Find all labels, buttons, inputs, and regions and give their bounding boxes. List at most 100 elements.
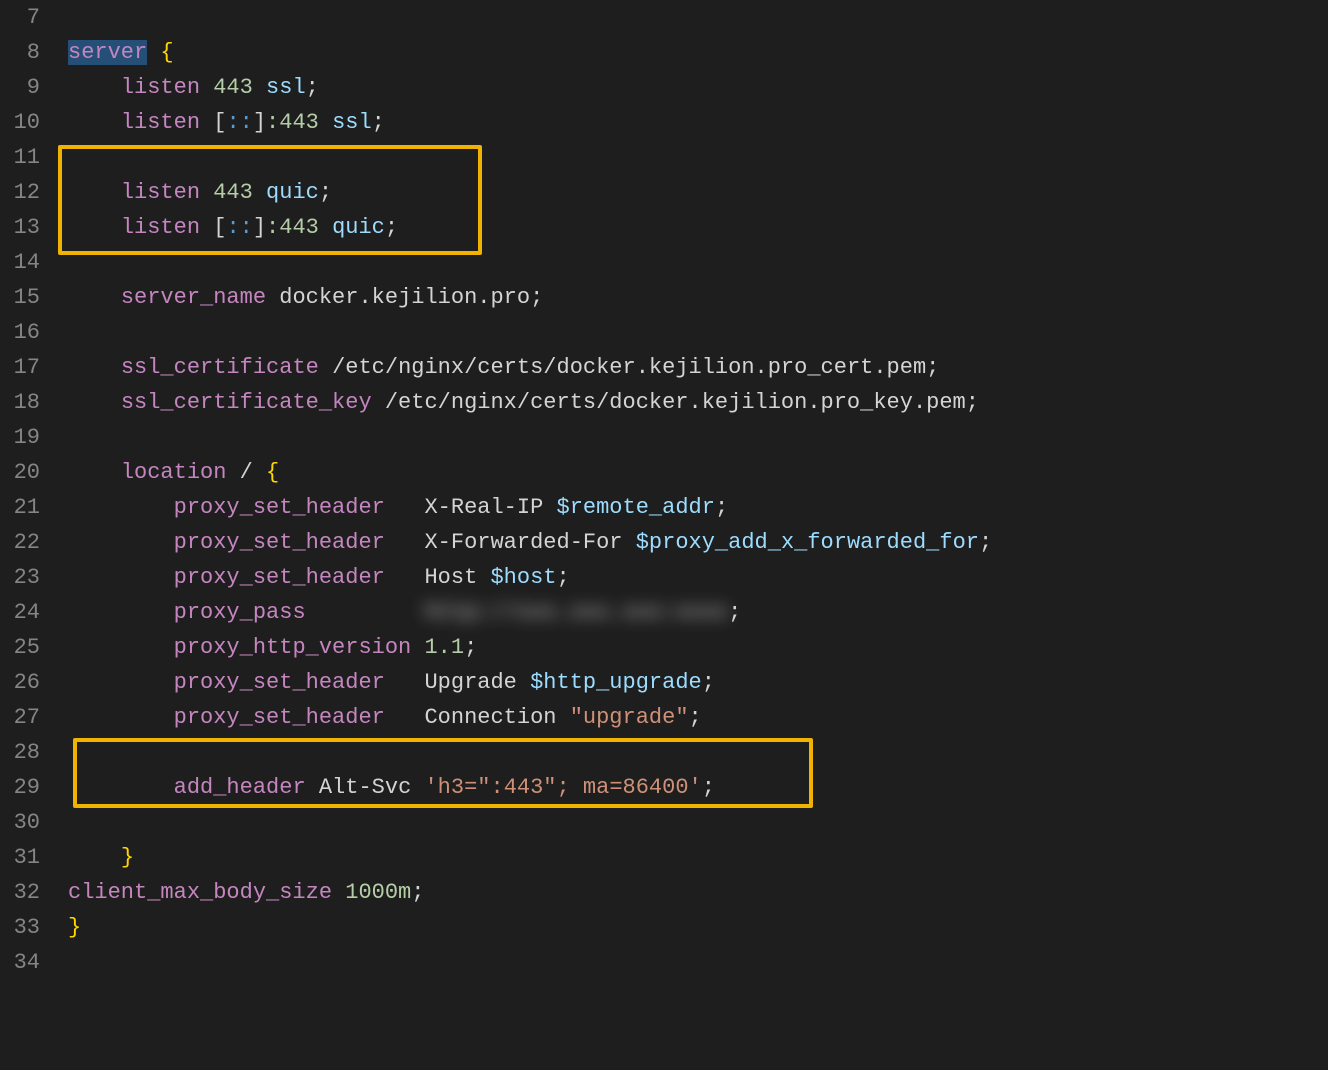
code-line[interactable]: listen 443 ssl; — [68, 70, 1328, 105]
code-line[interactable]: proxy_set_header X-Real-IP $remote_addr; — [68, 490, 1328, 525]
code-line[interactable] — [68, 805, 1328, 840]
code-line[interactable]: listen [::]:443 ssl; — [68, 105, 1328, 140]
token-bracket: ] — [253, 110, 266, 135]
token-domain: docker.kejilion.pro — [279, 285, 530, 310]
line-number: 17 — [0, 350, 40, 385]
token-add-header: add_header — [174, 775, 306, 800]
line-number: 31 — [0, 840, 40, 875]
line-number: 27 — [0, 700, 40, 735]
line-number: 13 — [0, 210, 40, 245]
line-number: 28 — [0, 735, 40, 770]
line-number: 20 — [0, 455, 40, 490]
line-number: 25 — [0, 630, 40, 665]
token-size: 1000m — [345, 880, 411, 905]
token-path: /etc/nginx/certs/docker.kejilion.pro_cer… — [332, 355, 926, 380]
token-listen: listen — [121, 110, 200, 135]
token-string: 'h3=":443"; ma=86400' — [424, 775, 701, 800]
token-proxy-set-header: proxy_set_header — [174, 670, 385, 695]
code-line[interactable]: proxy_set_header Host $host; — [68, 560, 1328, 595]
code-line[interactable]: proxy_set_header X-Forwarded-For $proxy_… — [68, 525, 1328, 560]
code-content[interactable]: server { listen 443 ssl; listen [::]:443… — [58, 0, 1328, 1070]
code-line[interactable]: } — [68, 840, 1328, 875]
code-editor[interactable]: 7 8 9 10 11 12 13 14 15 16 17 18 19 20 2… — [0, 0, 1328, 1070]
code-line[interactable]: proxy_set_header Upgrade $http_upgrade; — [68, 665, 1328, 700]
token-brace: } — [68, 915, 81, 940]
token-proxy-url-blurred: http://xxx.xxx.xxx:xxxx — [424, 595, 728, 630]
token-proxy-http-version: proxy_http_version — [174, 635, 412, 660]
token-proxy-set-header: proxy_set_header — [174, 495, 385, 520]
token-bracket: [ — [213, 110, 226, 135]
line-number: 7 — [0, 0, 40, 35]
token-header-name: Host — [424, 565, 477, 590]
token-location: location — [121, 460, 227, 485]
token-port: :443 — [266, 110, 319, 135]
line-number-gutter: 7 8 9 10 11 12 13 14 15 16 17 18 19 20 2… — [0, 0, 58, 1070]
token-ssl: ssl — [266, 75, 306, 100]
token-client-max-body-size: client_max_body_size — [68, 880, 332, 905]
token-quic: quic — [266, 180, 319, 205]
token-server: server — [68, 40, 147, 65]
line-number: 24 — [0, 595, 40, 630]
code-line[interactable]: } — [68, 910, 1328, 945]
token-string: "upgrade" — [570, 705, 689, 730]
token-port: 443 — [213, 180, 253, 205]
token-proxy-pass: proxy_pass — [174, 600, 306, 625]
token-version: 1.1 — [424, 635, 464, 660]
code-line[interactable]: location / { — [68, 455, 1328, 490]
line-number: 14 — [0, 245, 40, 280]
token-var: $proxy_add_x_forwarded_for — [636, 530, 979, 555]
token-listen: listen — [121, 180, 200, 205]
token-listen: listen — [121, 215, 200, 240]
line-number: 15 — [0, 280, 40, 315]
token-var: $remote_addr — [557, 495, 715, 520]
line-number: 23 — [0, 560, 40, 595]
line-number: 10 — [0, 105, 40, 140]
token-brace: { — [160, 40, 173, 65]
token-header-name: Connection — [424, 705, 556, 730]
code-line[interactable]: listen [::]:443 quic; — [68, 210, 1328, 245]
code-line[interactable]: add_header Alt-Svc 'h3=":443"; ma=86400'… — [68, 770, 1328, 805]
token-ipv6: :: — [226, 215, 252, 240]
token-ssl: ssl — [332, 110, 372, 135]
token-header-name: Upgrade — [424, 670, 516, 695]
token-header-name: X-Real-IP — [424, 495, 543, 520]
line-number: 29 — [0, 770, 40, 805]
line-number: 34 — [0, 945, 40, 980]
code-line[interactable]: proxy_http_version 1.1; — [68, 630, 1328, 665]
code-line[interactable] — [68, 0, 1328, 35]
code-line[interactable] — [68, 140, 1328, 175]
token-port: :443 — [266, 215, 319, 240]
line-number: 8 — [0, 35, 40, 70]
code-line[interactable] — [68, 315, 1328, 350]
code-line[interactable] — [68, 945, 1328, 980]
code-line[interactable]: server { — [68, 35, 1328, 70]
token-server-name: server_name — [121, 285, 266, 310]
code-line[interactable]: ssl_certificate_key /etc/nginx/certs/doc… — [68, 385, 1328, 420]
token-var: $http_upgrade — [530, 670, 702, 695]
token-path: /etc/nginx/certs/docker.kejilion.pro_key… — [385, 390, 966, 415]
code-line[interactable]: proxy_set_header Connection "upgrade"; — [68, 700, 1328, 735]
code-line[interactable] — [68, 245, 1328, 280]
line-number: 19 — [0, 420, 40, 455]
line-number: 9 — [0, 70, 40, 105]
code-line[interactable] — [68, 735, 1328, 770]
line-number: 32 — [0, 875, 40, 910]
code-line[interactable]: listen 443 quic; — [68, 175, 1328, 210]
token-slash: / — [240, 460, 253, 485]
code-line[interactable] — [68, 420, 1328, 455]
code-line[interactable]: proxy_pass http://xxx.xxx.xxx:xxxx; — [68, 595, 1328, 630]
token-brace: } — [121, 845, 134, 870]
line-number: 33 — [0, 910, 40, 945]
token-proxy-set-header: proxy_set_header — [174, 565, 385, 590]
token-header-name: X-Forwarded-For — [424, 530, 622, 555]
token-ipv6: :: — [226, 110, 252, 135]
line-number: 18 — [0, 385, 40, 420]
code-line[interactable]: ssl_certificate /etc/nginx/certs/docker.… — [68, 350, 1328, 385]
token-ssl-cert: ssl_certificate — [121, 355, 319, 380]
code-line[interactable]: client_max_body_size 1000m; — [68, 875, 1328, 910]
token-port: 443 — [213, 75, 253, 100]
code-line[interactable]: server_name docker.kejilion.pro; — [68, 280, 1328, 315]
token-ssl-cert-key: ssl_certificate_key — [121, 390, 372, 415]
line-number: 16 — [0, 315, 40, 350]
line-number: 30 — [0, 805, 40, 840]
